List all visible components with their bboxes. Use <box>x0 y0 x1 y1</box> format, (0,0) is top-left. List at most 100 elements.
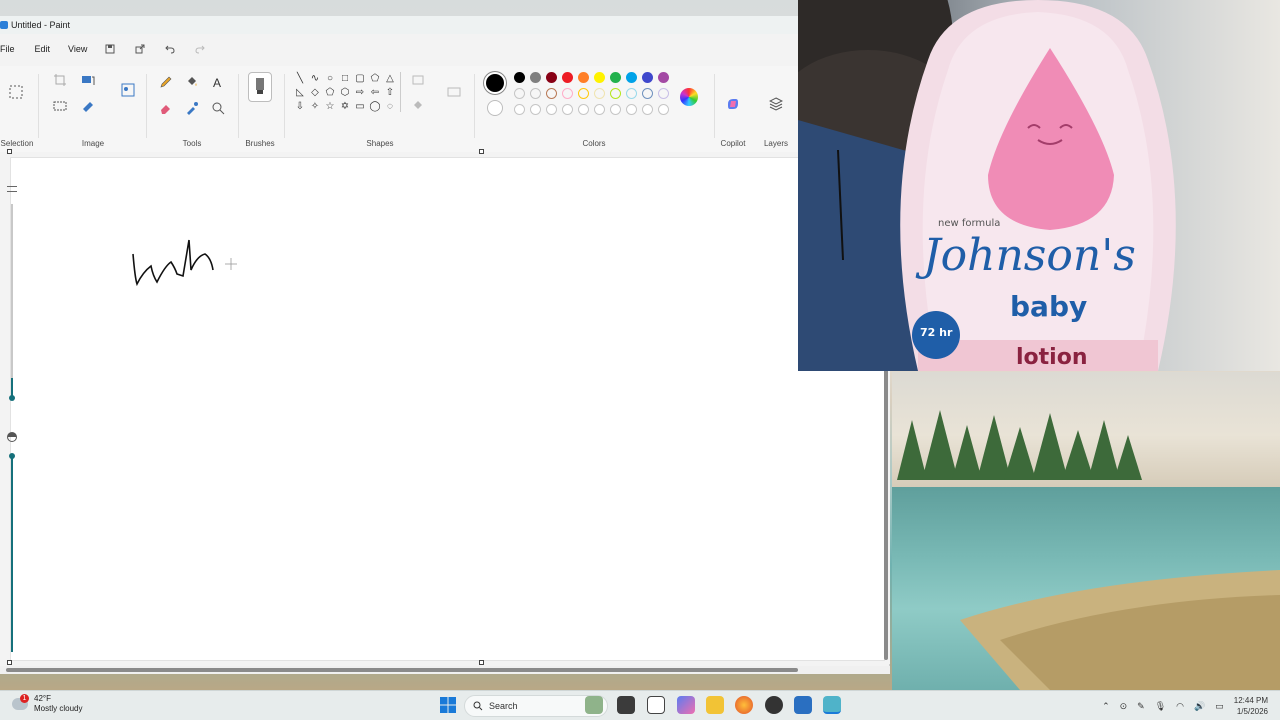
pentagon-shape-icon[interactable]: ⬠ <box>323 87 337 99</box>
meet-now-icon[interactable]: ⊙ <box>1120 701 1128 712</box>
shapes-gallery[interactable]: ╲ ∿ ○ □ ▢ ⬠ △ ◺ ◇ ⬠ ⬡ ⇨ ⇦ ⇧ ⇩ ✧ ☆ ✡ ▭ ◯ <box>292 72 400 132</box>
oval-shape-icon[interactable]: ○ <box>323 73 337 85</box>
callout-oval-shape-icon[interactable]: ◯ <box>368 101 382 113</box>
redo-icon[interactable] <box>191 40 209 58</box>
layers-icon[interactable] <box>766 94 786 114</box>
recorder-icon[interactable] <box>765 696 783 714</box>
custom-color-swatch[interactable] <box>594 104 605 115</box>
callout-cloud-shape-icon[interactable]: ◌ <box>383 101 397 113</box>
color-swatch[interactable] <box>530 88 541 99</box>
custom-color-swatch[interactable] <box>578 104 589 115</box>
brush-icon[interactable] <box>248 72 272 102</box>
custom-color-swatch[interactable] <box>658 104 669 115</box>
resize-icon[interactable] <box>78 70 98 90</box>
custom-color-swatch[interactable] <box>530 104 541 115</box>
shape-style-icon[interactable] <box>444 82 464 102</box>
triangle-shape-icon[interactable]: △ <box>383 73 397 85</box>
custom-color-swatch[interactable] <box>562 104 573 115</box>
wifi-icon[interactable]: ◠ <box>1176 701 1184 712</box>
color-swatch[interactable] <box>578 88 589 99</box>
color-swatch[interactable] <box>658 88 669 99</box>
custom-color-swatch[interactable] <box>642 104 653 115</box>
polygon-shape-icon[interactable]: ⬠ <box>368 73 382 85</box>
resize-handle-top-middle[interactable] <box>479 149 484 154</box>
menu-file[interactable]: File <box>0 44 29 54</box>
size-slider-thumb[interactable] <box>9 395 15 401</box>
save-icon[interactable] <box>101 40 119 58</box>
start-button-icon[interactable] <box>440 697 456 713</box>
pencil-icon[interactable] <box>156 72 176 92</box>
color-swatch[interactable] <box>546 88 557 99</box>
menu-edit[interactable]: Edit <box>35 44 65 54</box>
text-tool-icon[interactable]: A <box>208 72 228 92</box>
color-swatch[interactable] <box>642 72 653 83</box>
notepad-icon[interactable] <box>647 696 665 714</box>
hexagon-shape-icon[interactable]: ⬡ <box>338 87 352 99</box>
secondary-color-swatch[interactable] <box>487 100 503 116</box>
pen-icon[interactable]: ✎ <box>1137 701 1145 712</box>
up-arrow-shape-icon[interactable]: ⇧ <box>383 87 397 99</box>
edit-colors-icon[interactable] <box>680 88 698 106</box>
task-view-icon[interactable] <box>617 696 635 714</box>
color-swatch[interactable] <box>610 88 621 99</box>
rotate-icon[interactable] <box>78 96 98 116</box>
color-swatch[interactable] <box>594 88 605 99</box>
select-rectangle-icon[interactable] <box>6 82 26 102</box>
drawing-canvas[interactable]: wh <box>10 157 885 661</box>
four-point-star-shape-icon[interactable]: ✧ <box>308 101 322 113</box>
paint-taskbar-icon[interactable] <box>823 696 841 714</box>
color-swatch[interactable] <box>626 88 637 99</box>
opacity-slider-thumb[interactable] <box>9 453 15 459</box>
color-swatch[interactable] <box>562 72 573 83</box>
outline-icon[interactable] <box>408 70 428 90</box>
six-point-star-shape-icon[interactable]: ✡ <box>338 101 352 113</box>
color-swatch[interactable] <box>594 72 605 83</box>
search-highlight-icon[interactable] <box>585 696 603 714</box>
right-triangle-shape-icon[interactable]: ◺ <box>293 87 307 99</box>
horizontal-scrollbar[interactable] <box>0 666 890 674</box>
weather-widget[interactable]: 1 42°F Mostly cloudy <box>12 694 82 714</box>
color-swatch[interactable] <box>658 72 669 83</box>
copilot-icon[interactable] <box>723 94 743 114</box>
line-shape-icon[interactable]: ╲ <box>293 73 307 85</box>
chevron-up-icon[interactable]: ⌃ <box>1102 701 1110 712</box>
custom-color-swatch[interactable] <box>626 104 637 115</box>
five-point-star-shape-icon[interactable]: ☆ <box>323 101 337 113</box>
magnifier-icon[interactable] <box>208 98 228 118</box>
eraser-icon[interactable] <box>156 98 176 118</box>
undo-icon[interactable] <box>161 40 179 58</box>
custom-color-swatch[interactable] <box>514 104 525 115</box>
firefox-icon[interactable] <box>735 696 753 714</box>
battery-icon[interactable]: ▭ <box>1215 701 1224 712</box>
remove-background-icon[interactable] <box>50 96 70 116</box>
right-arrow-shape-icon[interactable]: ⇨ <box>353 87 367 99</box>
fill-bucket-icon[interactable] <box>182 72 202 92</box>
rectangle-shape-icon[interactable]: □ <box>338 73 352 85</box>
color-swatch[interactable] <box>578 72 589 83</box>
color-swatch[interactable] <box>546 72 557 83</box>
color-swatch[interactable] <box>530 72 541 83</box>
left-arrow-shape-icon[interactable]: ⇦ <box>368 87 382 99</box>
resize-handle-bottom-middle[interactable] <box>479 660 484 665</box>
primary-color-swatch[interactable] <box>486 74 504 92</box>
microphone-icon[interactable]: 🎙 <box>1155 701 1166 712</box>
menu-view[interactable]: View <box>68 44 101 54</box>
color-swatch[interactable] <box>514 72 525 83</box>
volume-icon[interactable]: 🔊 <box>1194 701 1205 712</box>
resize-handle-top-left[interactable] <box>7 149 12 154</box>
clock[interactable]: 12:44 PM 1/5/2026 <box>1234 695 1268 717</box>
color-swatch[interactable] <box>642 88 653 99</box>
rounded-rectangle-shape-icon[interactable]: ▢ <box>353 73 367 85</box>
diamond-shape-icon[interactable]: ◇ <box>308 87 322 99</box>
color-swatch[interactable] <box>562 88 573 99</box>
share-icon[interactable] <box>131 40 149 58</box>
color-swatch[interactable] <box>610 72 621 83</box>
fill-icon[interactable] <box>408 96 428 116</box>
horizontal-scrollbar-thumb[interactable] <box>6 668 798 672</box>
custom-color-swatch[interactable] <box>546 104 557 115</box>
custom-color-swatch[interactable] <box>610 104 621 115</box>
size-slider-track[interactable] <box>11 204 13 400</box>
file-explorer-icon[interactable] <box>706 696 724 714</box>
image-select-icon[interactable] <box>118 80 138 100</box>
snipping-tool-icon[interactable] <box>794 696 812 714</box>
